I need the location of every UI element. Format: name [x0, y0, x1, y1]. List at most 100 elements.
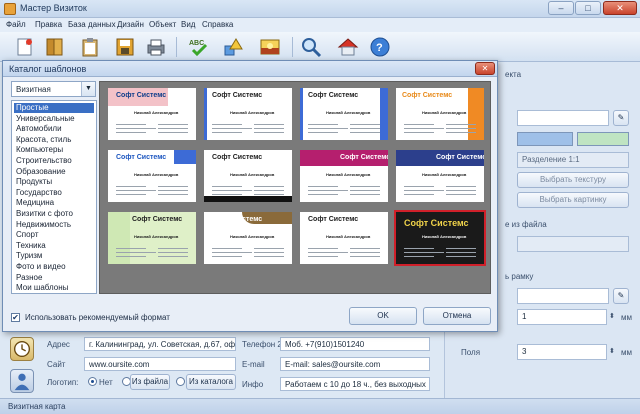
- template-text-line: [308, 186, 338, 187]
- template-card[interactable]: Софт Системс Николай Александров: [108, 88, 196, 140]
- print-icon[interactable]: [145, 36, 167, 58]
- category-item[interactable]: Мои шаблоны: [14, 283, 94, 293]
- template-text-line: [308, 248, 338, 249]
- logo-from-file-button[interactable]: Из файла: [130, 374, 170, 390]
- phone2-field[interactable]: Моб. +7(910)1501240: [280, 337, 430, 351]
- toolbar: ABC ?: [0, 32, 640, 62]
- dialog-title-bar: Каталог шаблонов ✕: [3, 61, 497, 77]
- frame-width-field[interactable]: 1: [517, 309, 607, 325]
- ok-button[interactable]: OK: [349, 307, 417, 325]
- choose-texture-button[interactable]: Выбрать текстуру: [517, 172, 629, 188]
- category-item[interactable]: Визитки с фото: [14, 209, 94, 219]
- template-text-line: [158, 248, 188, 249]
- clipboard-icon[interactable]: [79, 36, 101, 58]
- menu-edit[interactable]: Правка: [35, 20, 62, 29]
- choose-picture-button[interactable]: Выбрать картинку: [517, 192, 629, 208]
- address-field[interactable]: г. Калининград, ул. Советская, д.67, оф.…: [84, 337, 236, 351]
- eyedropper-icon[interactable]: ✎: [613, 288, 629, 304]
- category-item[interactable]: Образование: [14, 167, 94, 177]
- gradient-color-1[interactable]: [517, 132, 573, 146]
- toolbar-separator: [292, 37, 293, 57]
- save-icon[interactable]: [114, 36, 136, 58]
- open-icon[interactable]: [44, 36, 66, 58]
- close-button[interactable]: ✕: [603, 1, 637, 15]
- email-field[interactable]: E-mail: sales@oursite.com: [280, 357, 430, 371]
- shapes-icon[interactable]: [222, 36, 244, 58]
- menu-object[interactable]: Объект: [149, 20, 176, 29]
- spinner-icon[interactable]: ⬍: [609, 312, 615, 320]
- gradient-color-2[interactable]: [577, 132, 629, 146]
- address-label: Адрес: [47, 340, 70, 349]
- template-card[interactable]: Софт Системс Николай Александров: [300, 212, 388, 264]
- category-type-select[interactable]: Визитная ▼: [11, 81, 96, 97]
- zoom-icon[interactable]: [300, 36, 322, 58]
- site-field[interactable]: www.oursite.com: [84, 357, 236, 371]
- category-item[interactable]: Продукты: [14, 177, 94, 187]
- image-icon[interactable]: [259, 36, 281, 58]
- chevron-down-icon[interactable]: ▼: [81, 82, 95, 96]
- category-item[interactable]: Строительство: [14, 156, 94, 166]
- clock-icon[interactable]: [10, 337, 34, 361]
- template-company-name: Софт Системс: [436, 154, 484, 161]
- template-card[interactable]: Софт Системс Николай Александров: [300, 150, 388, 202]
- template-card[interactable]: Софт Системс Николай Александров: [108, 150, 196, 202]
- cancel-button[interactable]: Отмена: [423, 307, 491, 325]
- file-path-field[interactable]: [517, 236, 629, 252]
- template-card[interactable]: Софт Системс Николай Александров: [204, 212, 292, 264]
- maximize-button[interactable]: □: [575, 1, 601, 15]
- template-card[interactable]: Софт Системс Николай Александров: [300, 88, 388, 140]
- template-text-line: [254, 194, 284, 195]
- fields-value[interactable]: 3: [517, 344, 607, 360]
- category-item[interactable]: Разное: [14, 273, 94, 283]
- menu-database[interactable]: База данных: [68, 20, 116, 29]
- category-item[interactable]: Компьютеры: [14, 145, 94, 155]
- frame-color-field[interactable]: [517, 288, 609, 304]
- dialog-close-button[interactable]: ✕: [475, 62, 495, 75]
- category-item[interactable]: Туризм: [14, 251, 94, 261]
- spinner-icon[interactable]: ⬍: [609, 347, 615, 355]
- category-item[interactable]: Фото и видео: [14, 262, 94, 272]
- minimize-button[interactable]: –: [548, 1, 574, 15]
- category-item[interactable]: Универсальные: [14, 114, 94, 124]
- menu-view[interactable]: Вид: [181, 20, 195, 29]
- menu-file[interactable]: Файл: [6, 20, 26, 29]
- category-list[interactable]: Простые Универсальные Автомобили Красота, с…: [11, 100, 97, 294]
- template-card[interactable]: Софт Системс Николай Александров: [108, 212, 196, 264]
- template-text-line: [116, 132, 146, 133]
- category-item[interactable]: Простые: [14, 103, 94, 113]
- category-item[interactable]: Недвижимость: [14, 220, 94, 230]
- category-item[interactable]: Медицина: [14, 198, 94, 208]
- menu-help[interactable]: Справка: [202, 20, 233, 29]
- logo-catalog-radio[interactable]: [176, 377, 185, 386]
- template-card[interactable]: Софт Системс Николай Александров: [204, 150, 292, 202]
- logo-from-catalog-button[interactable]: Из каталога: [186, 374, 236, 390]
- data-form: Адрес г. Калининград, ул. Советская, д.6…: [0, 325, 444, 398]
- info-field[interactable]: Работаем с 10 до 18 ч., без выходных: [280, 377, 430, 391]
- menu-design[interactable]: Дизайн: [117, 20, 144, 29]
- category-item[interactable]: Автомобили: [14, 124, 94, 134]
- help-icon[interactable]: ?: [369, 36, 391, 58]
- use-recommended-checkbox[interactable]: ✔: [11, 313, 20, 322]
- logo-none-radio[interactable]: [88, 377, 97, 386]
- category-item[interactable]: Государство: [14, 188, 94, 198]
- unit-label: мм: [621, 313, 632, 322]
- spellcheck-icon[interactable]: ABC: [188, 36, 210, 58]
- template-text-line: [404, 132, 434, 133]
- person-icon[interactable]: [10, 369, 34, 393]
- template-text-line: [116, 128, 156, 129]
- color-field[interactable]: [517, 110, 609, 126]
- template-card[interactable]: Софт Системс Николай Александров: [396, 88, 484, 140]
- category-item[interactable]: Красота, стиль: [14, 135, 94, 145]
- info-label: Инфо: [242, 380, 264, 389]
- template-card[interactable]: Софт Системс Николай Александров: [394, 210, 486, 266]
- home-icon[interactable]: [337, 36, 359, 58]
- category-item[interactable]: Техника: [14, 241, 94, 251]
- template-text-line: [158, 186, 188, 187]
- template-card[interactable]: Софт Системс Николай Александров: [204, 88, 292, 140]
- template-card[interactable]: Софт Системс Николай Александров: [396, 150, 484, 202]
- template-text-line: [446, 128, 476, 129]
- new-icon[interactable]: [14, 36, 36, 58]
- eyedropper-icon[interactable]: ✎: [613, 110, 629, 126]
- category-item[interactable]: Спорт: [14, 230, 94, 240]
- split-select[interactable]: Разделение 1:1: [517, 152, 629, 168]
